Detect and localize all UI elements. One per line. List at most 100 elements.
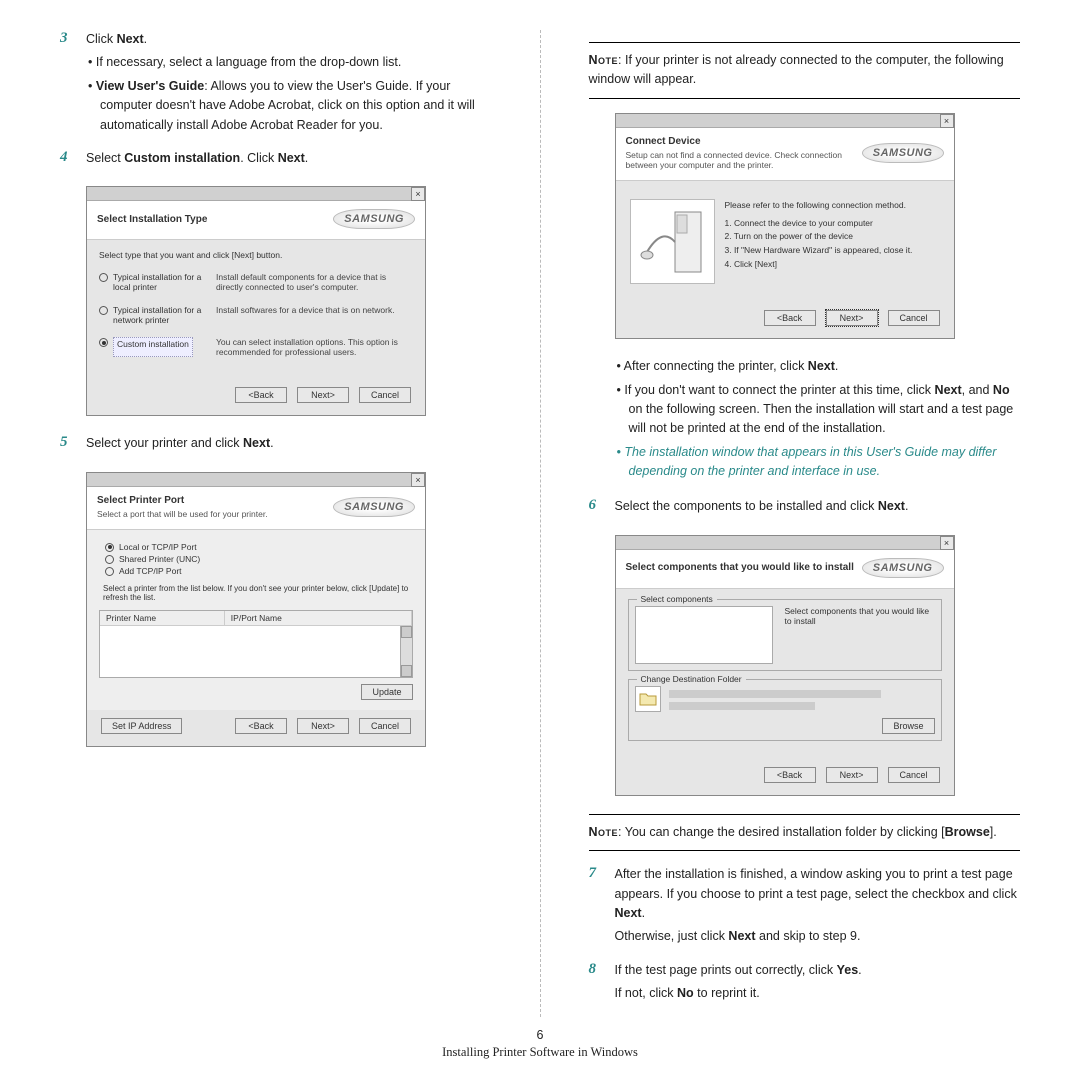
text: .: [144, 32, 147, 46]
next-button[interactable]: Next>: [297, 387, 349, 403]
components-listbox[interactable]: [635, 606, 773, 664]
dialog-title: Select Printer Port: [97, 495, 184, 506]
dialog-install-type: × Select Installation Type SAMSUNG Selec…: [86, 186, 426, 416]
dialog-printer-port: × Select Printer Port Select a port that…: [86, 472, 426, 747]
list-item: If necessary, select a language from the…: [86, 53, 492, 72]
col-header: Printer Name: [100, 611, 225, 625]
dialog-lead: Select type that you want and click [Nex…: [99, 250, 413, 260]
radio-icon[interactable]: [105, 567, 114, 576]
text: .: [305, 151, 308, 165]
cancel-button[interactable]: Cancel: [359, 387, 411, 403]
radio-icon[interactable]: [99, 338, 108, 347]
folder-icon: [635, 686, 661, 712]
text: : If your printer is not already connect…: [589, 53, 1004, 86]
page-number: 6: [0, 1028, 1080, 1042]
dialog-titlebar: ×: [87, 187, 425, 201]
side-text: Select components that you would like to…: [785, 606, 935, 664]
text: Click: [86, 32, 117, 46]
list-item: View User's Guide: Allows you to view th…: [86, 77, 492, 135]
step-5: 5 Select your printer and click Next.: [60, 434, 492, 457]
text: .: [270, 436, 273, 450]
back-button[interactable]: <Back: [764, 310, 816, 326]
group-legend: Change Destination Folder: [637, 674, 746, 684]
list-item: If you don't want to connect the printer…: [615, 381, 1021, 439]
brand-logo: SAMSUNG: [333, 209, 415, 229]
cancel-button[interactable]: Cancel: [888, 767, 940, 783]
brand-logo: SAMSUNG: [333, 497, 415, 517]
step-3: 3 Click Next. If necessary, select a lan…: [60, 30, 492, 139]
radio-label: Add TCP/IP Port: [119, 566, 182, 576]
step-number: 6: [589, 497, 603, 520]
step-8: 8 If the test page prints out correctly,…: [589, 961, 1021, 1008]
step-4: 4 Select Custom installation. Click Next…: [60, 149, 492, 172]
printer-listbox[interactable]: Printer Name IP/Port Name: [99, 610, 413, 678]
back-button[interactable]: <Back: [235, 718, 287, 734]
radio-icon[interactable]: [105, 543, 114, 552]
back-button[interactable]: <Back: [235, 387, 287, 403]
page-title: Installing Printer Software in Windows: [0, 1045, 1080, 1060]
radio-label: Custom installation: [113, 337, 193, 357]
cancel-button[interactable]: Cancel: [888, 310, 940, 326]
text: Select your printer and click: [86, 436, 243, 450]
dialog-select-components: × Select components that you would like …: [615, 535, 955, 796]
close-icon[interactable]: ×: [940, 536, 954, 550]
list-item: After connecting the printer, click Next…: [615, 357, 1021, 376]
option-desc: Install default components for a device …: [216, 272, 413, 292]
note-label: Note: [589, 53, 619, 67]
dialog-connect-device: × Connect Device Setup can not find a co…: [615, 113, 955, 339]
close-icon[interactable]: ×: [411, 187, 425, 201]
update-button[interactable]: Update: [361, 684, 413, 700]
text: Next: [243, 436, 270, 450]
scrollbar[interactable]: [400, 626, 412, 677]
next-bold: Next: [117, 32, 144, 46]
text: View User's Guide: [96, 79, 204, 93]
set-ip-button[interactable]: Set IP Address: [101, 718, 182, 734]
radio-label: Shared Printer (UNC): [119, 554, 200, 564]
destination-group: Change Destination Folder Browse: [628, 679, 942, 741]
conn-step: 2. Turn on the power of the device: [725, 230, 913, 244]
option-desc: Install softwares for a device that is o…: [216, 305, 413, 325]
step-7: 7 After the installation is finished, a …: [589, 865, 1021, 951]
radio-label: Typical installation for a network print…: [113, 305, 204, 325]
note-1: Note: If your printer is not already con…: [589, 42, 1021, 99]
conn-step: 4. Click [Next]: [725, 258, 913, 272]
radio-icon[interactable]: [105, 555, 114, 564]
step-number: 4: [60, 149, 74, 172]
connect-illustration: [630, 199, 715, 284]
radio-icon[interactable]: [99, 273, 108, 282]
col-header: IP/Port Name: [225, 611, 412, 625]
text: Select: [86, 151, 124, 165]
conn-lead: Please refer to the following connection…: [725, 199, 913, 213]
page-footer: 6 Installing Printer Software in Windows: [0, 1028, 1080, 1060]
browse-button[interactable]: Browse: [882, 718, 934, 734]
note-2: Note: You can change the desired install…: [589, 814, 1021, 851]
next-button[interactable]: Next>: [826, 310, 878, 326]
step-6: 6 Select the components to be installed …: [589, 497, 1021, 520]
back-button[interactable]: <Back: [764, 767, 816, 783]
cancel-button[interactable]: Cancel: [359, 718, 411, 734]
brand-logo: SAMSUNG: [862, 558, 944, 578]
close-icon[interactable]: ×: [940, 114, 954, 128]
radio-label: Local or TCP/IP Port: [119, 542, 197, 552]
column-divider: [540, 30, 541, 1017]
text: . Click: [240, 151, 278, 165]
brand-logo: SAMSUNG: [862, 143, 944, 163]
step-number: 5: [60, 434, 74, 457]
instruction: Select a printer from the list below. If…: [103, 584, 409, 602]
text: Custom installation: [124, 151, 240, 165]
next-button[interactable]: Next>: [826, 767, 878, 783]
next-button[interactable]: Next>: [297, 718, 349, 734]
close-icon[interactable]: ×: [411, 473, 425, 487]
radio-icon[interactable]: [99, 306, 108, 315]
conn-step: 1. Connect the device to your computer: [725, 217, 913, 231]
group-legend: Select components: [637, 594, 717, 604]
conn-step: 3. If "New Hardware Wizard" is appeared,…: [725, 244, 913, 258]
dialog-subtitle: Setup can not find a connected device. C…: [626, 150, 862, 170]
step-number: 3: [60, 30, 74, 139]
radio-label: Typical installation for a local printer: [113, 272, 204, 292]
dialog-title: Connect Device: [626, 136, 701, 147]
list-item-italic: The installation window that appears in …: [615, 443, 1021, 482]
right-column: Note: If your printer is not already con…: [589, 30, 1021, 1017]
left-column: 3 Click Next. If necessary, select a lan…: [60, 30, 492, 1017]
option-desc: You can select installation options. Thi…: [216, 337, 413, 357]
